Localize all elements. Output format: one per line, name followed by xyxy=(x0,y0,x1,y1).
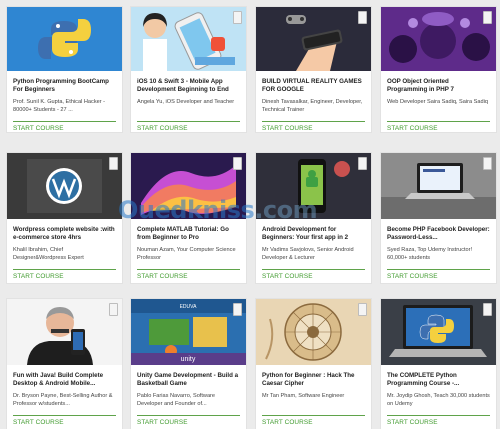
course-author: Nouman Azam, Your Computer Science Profe… xyxy=(137,247,236,261)
course-author: Khalil Ibrahim, Chief Designer&Wordpress… xyxy=(13,247,84,261)
course-author: Prof. Sunil K. Gupta, Ethical Hacker - 8… xyxy=(13,99,106,113)
bookmark-icon[interactable] xyxy=(109,303,118,316)
course-title[interactable]: Python Programming BootCamp For Beginner… xyxy=(13,78,116,95)
start-course-button[interactable]: START COURSE xyxy=(13,416,116,427)
course-thumbnail[interactable] xyxy=(131,7,246,71)
start-course-button[interactable]: START COURSE xyxy=(262,270,365,281)
caesar-cipher-icon xyxy=(256,299,371,365)
laptop-icon xyxy=(381,153,496,219)
course-author: Pablo Farias Navarro, Software Developer… xyxy=(137,393,216,407)
start-course-button[interactable]: START COURSE xyxy=(262,122,365,133)
course-author: Dr. Bryson Payne, Best-Selling Author & … xyxy=(13,393,113,407)
course-author: Angela Yu, iOS Developer and Teacher xyxy=(137,99,235,105)
bookmark-icon[interactable] xyxy=(358,11,367,24)
start-course-button[interactable]: START COURSE xyxy=(387,416,490,427)
python-laptop-icon xyxy=(381,299,496,365)
course-grid: Python Programming BootCamp For Beginner… xyxy=(0,0,500,429)
unity-logo-text: unity xyxy=(181,356,196,363)
php-oop-icon xyxy=(381,7,496,71)
course-card[interactable]: iOS 10 & Swift 3 - Mobile App Developmen… xyxy=(130,6,247,133)
bookmark-icon[interactable] xyxy=(358,303,367,316)
start-course-button[interactable]: START COURSE xyxy=(262,416,365,427)
course-card[interactable]: Become PHP Facebook Developer: Password-… xyxy=(380,152,497,284)
bookmark-icon[interactable] xyxy=(233,303,242,316)
bookmark-icon[interactable] xyxy=(358,157,367,170)
course-card[interactable]: The COMPLETE Python Programming Course -… xyxy=(380,298,497,429)
course-card[interactable]: OOP Object Oriented Programming in PHP 7… xyxy=(380,6,497,133)
course-card[interactable]: BUILD VIRTUAL REALITY GAMES FOR GOOGLE D… xyxy=(255,6,372,133)
eduva-logo-text: EDUVA xyxy=(180,304,198,310)
course-card[interactable]: Python Programming BootCamp For Beginner… xyxy=(6,6,123,133)
start-course-button[interactable]: START COURSE xyxy=(387,122,490,133)
bookmark-icon[interactable] xyxy=(483,11,492,24)
start-course-button[interactable]: START COURSE xyxy=(137,122,240,133)
course-card[interactable]: unity EDUVA Unity Game Development - Bui… xyxy=(130,298,247,429)
course-thumbnail[interactable] xyxy=(381,299,496,365)
bookmark-icon[interactable] xyxy=(483,157,492,170)
bookmark-icon[interactable] xyxy=(233,157,242,170)
watermark-main: Ouedkniss xyxy=(118,196,255,224)
start-course-button[interactable]: START COURSE xyxy=(387,270,490,281)
watermark: Ouedkniss.com xyxy=(118,196,318,224)
bookmark-icon[interactable] xyxy=(233,11,242,24)
bookmark-icon[interactable] xyxy=(483,303,492,316)
wordpress-logo-icon xyxy=(7,153,122,219)
course-title[interactable]: BUILD VIRTUAL REALITY GAMES FOR GOOGLE xyxy=(262,78,365,95)
course-thumbnail[interactable]: unity EDUVA xyxy=(131,299,246,365)
python-logo-icon xyxy=(7,7,122,71)
course-thumbnail[interactable] xyxy=(381,153,496,219)
course-thumbnail[interactable] xyxy=(256,7,371,71)
course-author: Syed Raza, Top Udemy Instructor! 60,000+… xyxy=(387,247,473,261)
start-course-button[interactable]: START COURSE xyxy=(137,270,240,281)
course-thumbnail[interactable] xyxy=(381,7,496,71)
course-title[interactable]: Python for Beginner : Hack The Caesar Ci… xyxy=(262,372,365,389)
course-author: Dinesh Tavasalkar, Engineer, Developer, … xyxy=(262,99,363,113)
course-card[interactable]: Python for Beginner : Hack The Caesar Ci… xyxy=(255,298,372,429)
course-thumbnail[interactable] xyxy=(7,153,122,219)
course-title[interactable]: Wordpress complete website :with e-comme… xyxy=(13,226,116,243)
instructor-photo xyxy=(7,299,122,365)
ios-phone-icon xyxy=(131,7,246,71)
course-thumbnail[interactable] xyxy=(256,299,371,365)
course-author: Mr. Joydip Ghosh, Teach 30,000 students … xyxy=(387,393,490,407)
course-card[interactable]: Fun with Java! Build Complete Desktop & … xyxy=(6,298,123,429)
course-thumbnail[interactable] xyxy=(7,299,122,365)
course-thumbnail[interactable] xyxy=(7,7,122,71)
course-title[interactable]: Become PHP Facebook Developer: Password-… xyxy=(387,226,490,243)
unity-game-icon: unity EDUVA xyxy=(131,299,246,365)
start-course-button[interactable]: START COURSE xyxy=(13,270,116,281)
course-card[interactable]: Wordpress complete website :with e-comme… xyxy=(6,152,123,284)
start-course-button[interactable]: START COURSE xyxy=(13,122,116,133)
course-title[interactable]: Complete MATLAB Tutorial: Go from Beginn… xyxy=(137,226,240,243)
watermark-tail: .com xyxy=(254,196,318,224)
course-title[interactable]: Android Development for Beginners: Your … xyxy=(262,226,365,243)
course-title[interactable]: The COMPLETE Python Programming Course -… xyxy=(387,372,490,389)
course-title[interactable]: OOP Object Oriented Programming in PHP 7 xyxy=(387,78,490,95)
course-title[interactable]: Fun with Java! Build Complete Desktop & … xyxy=(13,372,116,389)
course-author: Mr Vadims Savjolovs, Senior Android Deve… xyxy=(262,247,354,261)
course-title[interactable]: Unity Game Development - Build a Basketb… xyxy=(137,372,240,389)
start-course-button[interactable]: START COURSE xyxy=(137,416,240,427)
bookmark-icon[interactable] xyxy=(109,157,118,170)
course-title[interactable]: iOS 10 & Swift 3 - Mobile App Developmen… xyxy=(137,78,240,95)
vr-headset-icon xyxy=(256,7,371,71)
course-author: Web Developer Saira Sadiq, Saira Sadiq xyxy=(387,99,488,105)
course-author: Mr Tan Pham, Software Engineer xyxy=(262,393,345,399)
